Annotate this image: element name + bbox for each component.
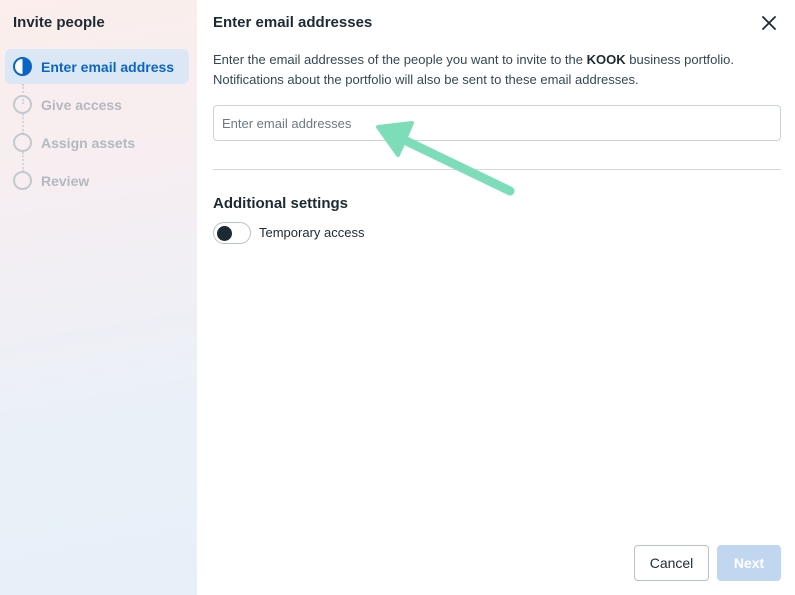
description-text: Enter the email addresses of the people …: [213, 52, 587, 67]
email-input[interactable]: [213, 105, 781, 141]
step-assign-assets[interactable]: Assign assets: [5, 125, 189, 160]
brand-name: KOOK: [586, 52, 626, 67]
step-label: Give access: [41, 96, 122, 113]
temporary-access-toggle[interactable]: [213, 222, 251, 244]
page-title: Enter email addresses: [213, 14, 373, 31]
step-enter-email[interactable]: Enter email address: [5, 49, 189, 84]
temporary-access-label: Temporary access: [259, 225, 365, 240]
step-review[interactable]: Review: [5, 163, 189, 198]
cancel-button[interactable]: Cancel: [634, 545, 709, 581]
step-label: Enter email address: [41, 58, 175, 75]
step-circle-icon: [13, 95, 32, 114]
step-progress-icon: [13, 57, 32, 76]
toggle-knob: [217, 226, 232, 241]
step-circle-icon: [13, 133, 32, 152]
sidebar: Invite people Enter email address Give a…: [0, 0, 197, 595]
step-give-access[interactable]: Give access: [5, 87, 189, 122]
divider: [213, 169, 781, 170]
description: Enter the email addresses of the people …: [213, 50, 778, 90]
step-label: Review: [41, 172, 90, 189]
close-icon[interactable]: [760, 14, 778, 32]
sidebar-title: Invite people: [13, 14, 105, 31]
step-label: Assign assets: [41, 134, 136, 151]
additional-settings-title: Additional settings: [213, 195, 348, 212]
step-circle-icon: [13, 171, 32, 190]
next-button[interactable]: Next: [717, 545, 781, 581]
main-panel: Enter email addresses Enter the email ad…: [197, 0, 795, 595]
